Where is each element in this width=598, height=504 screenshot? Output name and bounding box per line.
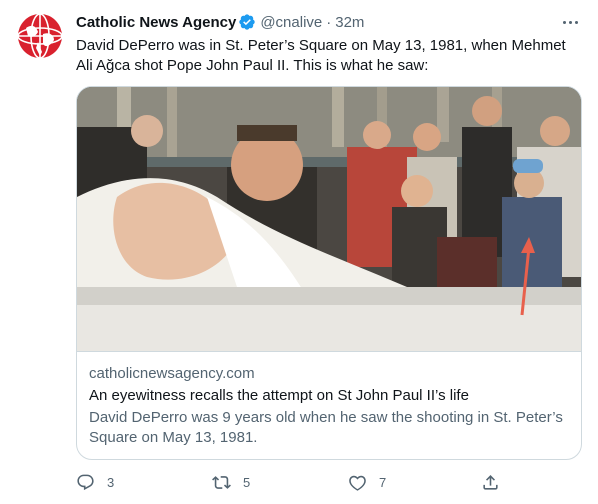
- reply-count: 3: [107, 474, 115, 490]
- card-title: An eyewitness recalls the attempt on St …: [89, 387, 469, 404]
- verified-badge-icon: [238, 13, 256, 31]
- card-description: David DePerro was 9 years old when he sa…: [89, 409, 563, 446]
- tweet-text: David DePerro was in St. Peter’s Square …: [76, 37, 566, 74]
- card-domain: catholicnewsagency.com: [89, 365, 255, 382]
- like-count: 7: [379, 474, 387, 490]
- author-name[interactable]: Catholic News Agency: [76, 14, 236, 31]
- more-options-icon[interactable]: [558, 10, 582, 34]
- retweet-count: 5: [243, 474, 251, 490]
- card-body[interactable]: catholicnewsagency.com An eyewitness rec…: [77, 351, 581, 448]
- like-button[interactable]: 7: [348, 470, 386, 494]
- share-button[interactable]: [481, 470, 500, 494]
- avatar[interactable]: [16, 12, 64, 60]
- retweet-button[interactable]: 5: [212, 470, 250, 494]
- heart-icon: [349, 475, 366, 491]
- cna-globe-logo: [17, 13, 63, 59]
- share-icon: [483, 474, 498, 490]
- tweet-actions: 3 5 7: [76, 470, 506, 494]
- tweet-header: Catholic News Agency @cnalive · 32m: [76, 12, 364, 32]
- reply-button[interactable]: 3: [76, 470, 114, 494]
- card-image[interactable]: [77, 87, 581, 351]
- retweet-icon: [212, 475, 231, 489]
- separator: ·: [326, 13, 332, 31]
- author-handle[interactable]: @cnalive: [260, 14, 322, 31]
- link-card[interactable]: catholicnewsagency.com An eyewitness rec…: [76, 86, 582, 460]
- tweet[interactable]: Catholic News Agency @cnalive · 32m Davi…: [0, 0, 598, 504]
- reply-icon: [77, 474, 94, 490]
- timestamp[interactable]: 32m: [335, 14, 364, 31]
